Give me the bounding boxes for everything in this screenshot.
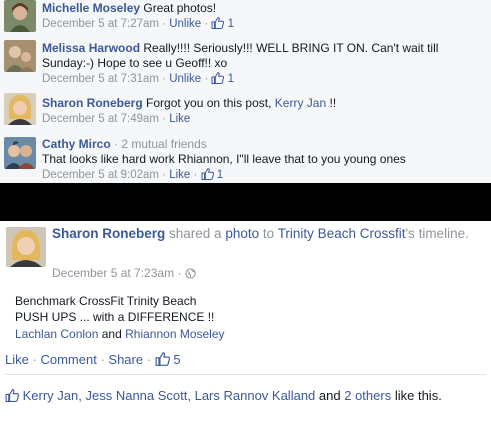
comment-text-end: !! xyxy=(329,96,337,110)
post-body-line: PUSH UPS ... with a DIFFERENCE !! xyxy=(15,310,215,324)
post-like-count[interactable]: 5 xyxy=(173,352,180,367)
comment-item: Melissa Harwood Really!!!! Seriously!!! … xyxy=(0,39,491,90)
post-header: Sharon Roneberg shared a photo to Trinit… xyxy=(52,225,482,243)
meta-separator: · xyxy=(204,18,209,30)
post-meta: December 5 at 7:23am · xyxy=(52,266,196,282)
tag-and: and xyxy=(101,327,122,341)
comment-author[interactable]: Melissa Harwood xyxy=(42,41,140,55)
comment-author[interactable]: Cathy Mirco xyxy=(42,137,111,151)
like-count[interactable]: 1 xyxy=(217,169,223,181)
thumbs-up-icon[interactable] xyxy=(155,352,170,369)
thumbs-up-icon[interactable] xyxy=(211,17,225,34)
comment-text: Great photos! xyxy=(143,1,217,15)
comment-item: Michelle Moseley Great photos! December … xyxy=(0,0,491,38)
tag-link[interactable]: Rhiannon Moseley xyxy=(125,327,224,341)
post-card: Sharon Roneberg shared a photo to Trinit… xyxy=(0,221,491,423)
comment-author[interactable]: Michelle Moseley xyxy=(42,1,140,15)
comment-button[interactable]: Comment xyxy=(40,352,96,367)
likers-suffix: like this. xyxy=(394,388,442,403)
post-author[interactable]: Sharon Roneberg xyxy=(52,226,165,241)
meta-separator: · xyxy=(162,73,167,85)
thumbs-up-icon[interactable] xyxy=(211,72,225,89)
comment-timestamp[interactable]: December 5 at 7:49am xyxy=(42,113,159,125)
comment-timestamp[interactable]: December 5 at 9:02am xyxy=(42,169,159,181)
meta-separator: · xyxy=(162,113,167,125)
mention-link[interactable]: Kerry Jan xyxy=(275,96,326,110)
comment-meta: December 5 at 7:31am · Unlike · 1 xyxy=(42,71,487,89)
page-link[interactable]: Trinity Beach Crossfit xyxy=(278,226,406,241)
shared-text: shared a xyxy=(169,226,222,241)
meta-separator: · xyxy=(114,137,119,151)
meta-separator: · xyxy=(146,352,152,367)
meta-separator: · xyxy=(193,169,198,181)
avatar[interactable] xyxy=(4,0,36,32)
likers-summary: Kerry Jan, Jess Nanna Scott, Lars Rannov… xyxy=(5,387,480,406)
tagged-people: Lachlan Conlon and Rhiannon Moseley xyxy=(15,327,225,341)
meta-separator: · xyxy=(100,352,105,367)
unlike-link[interactable]: Unlike xyxy=(169,18,201,30)
likers-and: and xyxy=(318,388,341,403)
post-body-line: Benchmark CrossFit Trinity Beach xyxy=(15,294,197,308)
comment-author[interactable]: Sharon Roneberg xyxy=(42,96,143,110)
avatar[interactable] xyxy=(4,93,36,125)
meta-separator: · xyxy=(32,352,37,367)
meta-separator: · xyxy=(204,73,209,85)
comment-item: Cathy Mirco · 2 mutual friends That look… xyxy=(0,134,491,183)
like-count[interactable]: 1 xyxy=(228,18,234,30)
unlike-link[interactable]: Unlike xyxy=(169,73,201,85)
avatar[interactable] xyxy=(4,137,36,169)
post-actions: Like · Comment · Share · 5 xyxy=(5,352,181,369)
post-timestamp[interactable]: December 5 at 7:23am xyxy=(52,266,174,280)
timeline-suffix: 's timeline. xyxy=(405,226,469,241)
tag-link[interactable]: Lachlan Conlon xyxy=(15,327,98,341)
like-link[interactable]: Like xyxy=(169,113,190,125)
to-text: to xyxy=(262,226,275,241)
comment-timestamp[interactable]: December 5 at 7:31am xyxy=(42,73,159,85)
comment-timestamp[interactable]: December 5 at 7:27am xyxy=(42,18,159,30)
avatar[interactable] xyxy=(6,227,46,267)
mutual-friends-link[interactable]: 2 mutual friends xyxy=(121,137,206,151)
meta-separator: · xyxy=(177,266,182,280)
divider-line xyxy=(5,374,486,375)
like-count[interactable]: 1 xyxy=(228,73,234,85)
comment-text: That looks like hard work Rhiannon, I"ll… xyxy=(42,152,406,166)
globe-icon[interactable] xyxy=(185,268,196,282)
comment-text: Forgot you on this post, xyxy=(146,96,272,110)
comment-meta: December 5 at 7:49am · Like xyxy=(42,111,487,127)
meta-separator: · xyxy=(162,18,167,30)
photo-link[interactable]: photo xyxy=(225,226,259,241)
post-body: Benchmark CrossFit Trinity Beach PUSH UP… xyxy=(15,293,214,325)
like-button[interactable]: Like xyxy=(5,352,29,367)
like-link[interactable]: Like xyxy=(169,169,190,181)
comment-item: Sharon Roneberg Forgot you on this post,… xyxy=(0,93,491,131)
avatar[interactable] xyxy=(4,40,36,72)
meta-separator: · xyxy=(162,169,167,181)
comment-list: Michelle Moseley Great photos! December … xyxy=(0,0,491,183)
share-button[interactable]: Share xyxy=(108,352,143,367)
thumbs-up-icon xyxy=(5,389,20,406)
others-link[interactable]: 2 others xyxy=(344,388,391,403)
likers-names-link[interactable]: Kerry Jan, Jess Nanna Scott, Lars Rannov… xyxy=(23,388,316,403)
comment-meta: December 5 at 7:27am · Unlike · 1 xyxy=(42,16,487,34)
black-divider-band xyxy=(0,183,491,221)
